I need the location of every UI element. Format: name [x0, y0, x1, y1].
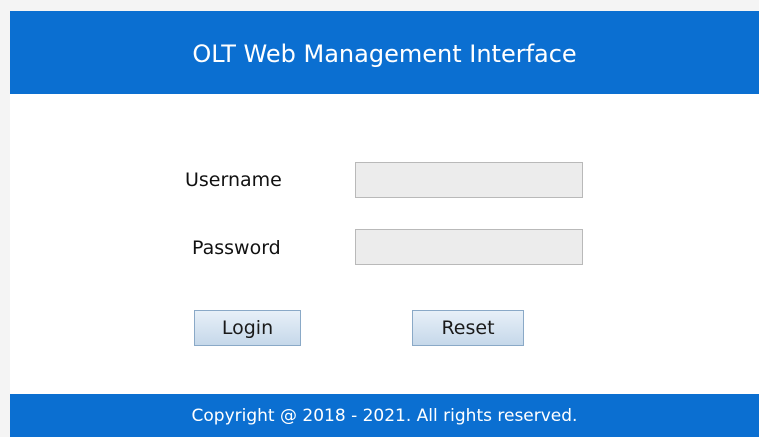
page-title: OLT Web Management Interface [192, 39, 577, 68]
password-label: Password [192, 237, 281, 259]
username-field[interactable] [355, 162, 583, 198]
footer-bar: Copyright @ 2018 - 2021. All rights rese… [10, 394, 759, 437]
reset-button[interactable]: Reset [412, 310, 524, 346]
password-field[interactable] [355, 229, 583, 265]
login-page: OLT Web Management Interface Username Pa… [0, 0, 759, 437]
login-button[interactable]: Login [194, 310, 301, 346]
header-bar: OLT Web Management Interface [10, 11, 759, 94]
login-panel: OLT Web Management Interface Username Pa… [10, 11, 759, 437]
username-label: Username [185, 169, 282, 191]
copyright-text: Copyright @ 2018 - 2021. All rights rese… [191, 405, 578, 426]
